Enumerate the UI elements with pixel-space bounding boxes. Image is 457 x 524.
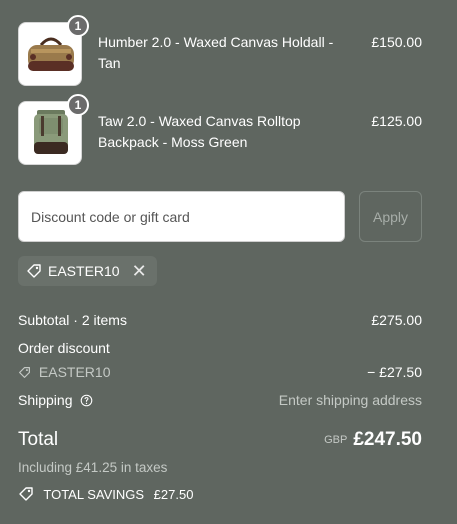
savings-value: £27.50: [153, 487, 194, 502]
shipping-value: Enter shipping address: [278, 392, 422, 408]
total-savings-row: TOTAL SAVINGS £27.50: [18, 486, 422, 502]
total-value: £247.50: [353, 429, 422, 450]
tag-icon: [19, 487, 33, 501]
savings-label: TOTAL SAVINGS: [43, 487, 145, 502]
cart-item: 1 Taw 2.0 - Waxed Canvas Rolltop Backpac…: [18, 94, 428, 165]
discount-code-row: EASTER10 − £27.50: [18, 364, 422, 380]
help-circle-icon[interactable]: [80, 394, 93, 407]
item-price: £125.00: [371, 113, 422, 129]
applied-code-label: EASTER10: [48, 263, 120, 279]
discount-code-input[interactable]: [18, 191, 345, 242]
discount-value: − £27.50: [367, 364, 422, 380]
total-row: Total GBP £247.50: [18, 429, 422, 455]
product-thumbnail: 1: [18, 94, 89, 165]
tag-icon: [27, 264, 41, 278]
order-discount-row: Order discount: [18, 340, 422, 356]
currency-code: GBP: [324, 434, 348, 446]
quantity-badge: 1: [67, 94, 89, 116]
shipping-row: Shipping Enter shipping address: [18, 392, 422, 408]
taxes-row: Including £41.25 in taxes: [18, 460, 422, 475]
apply-button[interactable]: Apply: [359, 191, 422, 242]
tag-icon: [19, 367, 30, 378]
subtotal-label: Subtotal · 2 items: [18, 312, 127, 328]
subtotal-row: Subtotal · 2 items £275.00: [18, 312, 422, 328]
subtotal-value: £275.00: [371, 312, 422, 328]
quantity-badge: 1: [67, 15, 89, 37]
item-title: Taw 2.0 - Waxed Canvas Rolltop Backpack …: [98, 113, 301, 150]
cart-item: 1 Humber 2.0 - Waxed Canvas Holdall - Ta…: [18, 15, 428, 86]
item-title: Humber 2.0 - Waxed Canvas Holdall - Tan: [98, 34, 334, 71]
discount-code-label: EASTER10: [38, 364, 111, 380]
total-label: Total: [18, 429, 59, 450]
product-thumbnail: 1: [18, 15, 89, 86]
total-amount: GBP £247.50: [324, 429, 422, 451]
taxes-text: Including £41.25 in taxes: [18, 460, 168, 475]
item-price: £150.00: [371, 34, 422, 50]
remove-discount-icon[interactable]: ✕: [132, 262, 147, 280]
order-discount-label: Order discount: [18, 340, 110, 356]
shipping-label: Shipping: [18, 392, 73, 408]
applied-discount-chip: EASTER10 ✕: [18, 256, 157, 286]
